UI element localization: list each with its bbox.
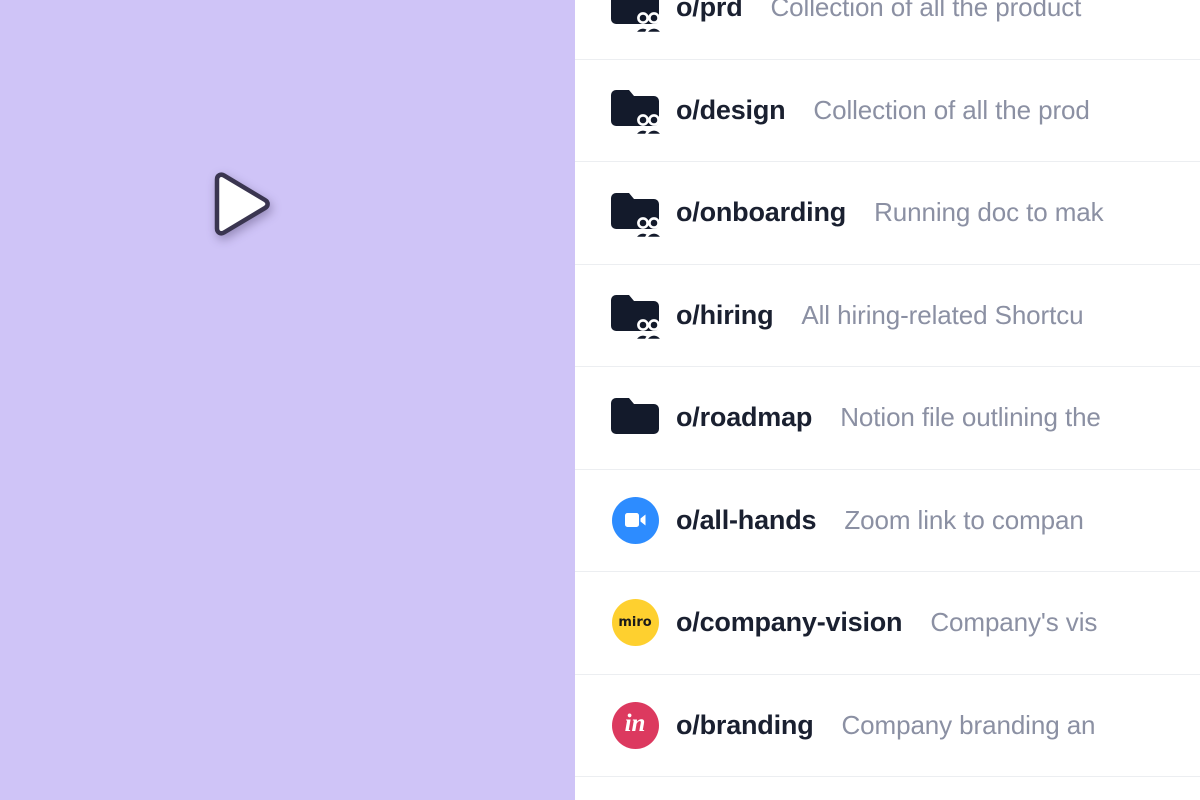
shortcut-name: o/prd xyxy=(676,0,743,23)
zoom-icon xyxy=(611,496,659,544)
miro-icon-wrap: miro xyxy=(608,596,662,650)
list-item[interactable]: o/hiring All hiring-related Shortcu xyxy=(575,264,1200,367)
shortcut-name: o/all-hands xyxy=(676,504,817,535)
shortcut-name: o/hiring xyxy=(676,299,774,330)
shortcut-description: Zoom link to compan xyxy=(844,504,1084,535)
list-item[interactable]: in o/branding Company branding an xyxy=(575,674,1200,777)
list-item[interactable]: o/onboarding Running doc to mak xyxy=(575,162,1200,265)
shortcut-name: o/roadmap xyxy=(676,402,813,433)
play-cursor-icon[interactable] xyxy=(207,170,275,238)
shortcut-description: Collection of all the product xyxy=(770,0,1082,23)
invision-icon-wrap: in xyxy=(608,698,662,752)
shared-folder-icon xyxy=(608,83,662,137)
app-screen: o/prd Collection of all the product o/de… xyxy=(0,0,1200,800)
shared-folder-icon xyxy=(608,0,662,35)
shared-folder-icon xyxy=(608,288,662,342)
shortcut-list: o/prd Collection of all the product o/de… xyxy=(575,0,1200,800)
list-item[interactable]: o/design Collection of all the prod xyxy=(575,59,1200,162)
list-item[interactable]: o/roadmap Notion file outlining the xyxy=(575,367,1200,470)
shortcut-name: o/company-vision xyxy=(676,607,903,638)
miro-icon-label: miro xyxy=(618,615,652,631)
list-item[interactable]: o/prd Collection of all the product xyxy=(575,0,1200,60)
folder-icon xyxy=(608,391,662,445)
shortcut-description: Running doc to mak xyxy=(874,197,1104,228)
shortcut-description: Notion file outlining the xyxy=(840,402,1101,433)
shortcut-description: Company branding an xyxy=(841,709,1096,740)
list-item[interactable]: o/all-hands Zoom link to compan xyxy=(575,469,1200,572)
shortcut-list-panel: o/prd Collection of all the product o/de… xyxy=(575,0,1200,800)
shortcut-description: All hiring-related Shortcu xyxy=(801,299,1084,330)
shortcut-description: Company's vis xyxy=(930,607,1098,638)
shortcut-name: o/onboarding xyxy=(676,197,847,228)
zoom-icon-wrap xyxy=(608,493,662,547)
left-purple-panel xyxy=(0,0,575,800)
list-item[interactable]: miro o/company-vision Company's vis xyxy=(575,572,1200,675)
shortcut-description: Collection of all the prod xyxy=(813,94,1090,125)
invision-icon: in xyxy=(611,701,659,749)
shortcut-name: o/branding xyxy=(676,709,814,740)
shortcut-name: o/design xyxy=(676,94,786,125)
shared-folder-icon xyxy=(608,186,662,240)
list-item[interactable] xyxy=(575,777,1200,800)
miro-icon: miro xyxy=(611,599,659,647)
invision-icon-label: in xyxy=(624,710,646,738)
